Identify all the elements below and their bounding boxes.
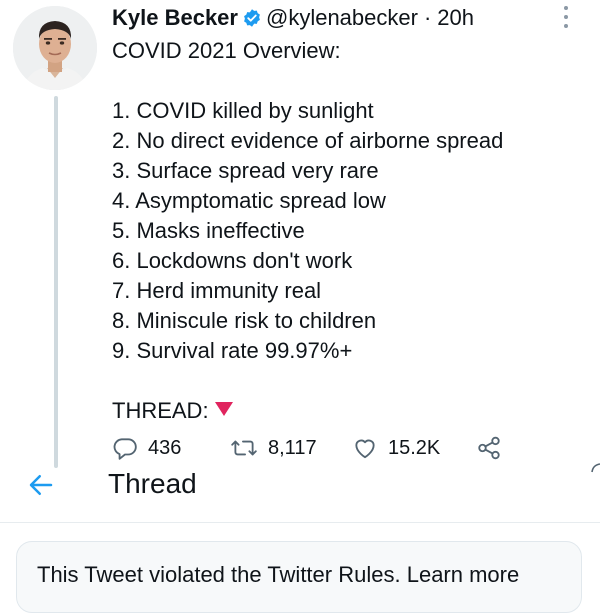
retweet-button[interactable]: 8,117 (230, 432, 317, 464)
reply-button[interactable]: 436 (112, 432, 181, 464)
verified-badge-icon (242, 8, 262, 28)
tweet-line: 5. Masks ineffective (112, 218, 305, 243)
tweet-line: 1. COVID killed by sunlight (112, 98, 374, 123)
divider (0, 522, 600, 523)
share-button[interactable] (476, 432, 512, 464)
retweet-icon (231, 440, 257, 456)
avatar-image (13, 6, 97, 90)
back-arrow-icon[interactable] (26, 470, 56, 500)
like-button[interactable]: 15.2K (352, 432, 440, 464)
thread-header-bar: Thread (0, 462, 600, 506)
tweet-line: 7. Herd immunity real (112, 278, 322, 303)
thread-label: THREAD: (112, 398, 209, 423)
red-down-triangle-icon (214, 402, 233, 416)
share-icon (478, 436, 500, 460)
tweet-line (112, 66, 503, 96)
tweet-line: 2. No direct evidence of airborne spread (112, 128, 504, 153)
like-count: 15.2K (388, 436, 441, 459)
thread-connector-line (54, 96, 58, 468)
reply-count: 436 (148, 436, 182, 459)
tweet-line: 8. Miniscule risk to children (112, 308, 377, 333)
thread-label-line: THREAD: (112, 396, 503, 426)
author-name[interactable]: Kyle Becker (112, 5, 238, 31)
learn-more-link[interactable]: Learn more (407, 562, 520, 587)
header-separator: · (423, 5, 432, 30)
tweet-violation-notice: This Tweet violated the Twitter Rules. L… (16, 541, 582, 613)
tweet-line: 6. Lockdowns don't work (112, 248, 353, 273)
partial-icon (588, 462, 600, 476)
page-title: Thread (108, 468, 197, 499)
heart-icon (355, 439, 375, 459)
reply-icon (113, 438, 137, 460)
violation-text: This Tweet violated the Twitter Rules. (37, 562, 401, 587)
tweet-line: 4. Asymptomatic spread low (112, 188, 386, 213)
tweet-text: COVID 2021 Overview: 1. COVID killed by … (112, 36, 503, 426)
tweet-line: 3. Surface spread very rare (112, 158, 379, 183)
tweet-header: Kyle Becker @kylenabecker · 20h (112, 5, 474, 31)
retweet-count: 8,117 (268, 436, 317, 459)
author-handle[interactable]: @kylenabecker (266, 5, 418, 31)
tweet-line (112, 366, 503, 396)
tweet-timestamp[interactable]: 20h (437, 5, 474, 31)
tweet-actions: 436 8,117 15.2K (112, 432, 512, 464)
tweet-line: COVID 2021 Overview: (112, 38, 341, 63)
more-options-icon[interactable] (562, 6, 570, 28)
author-avatar[interactable] (13, 6, 97, 90)
tweet-line: 9. Survival rate 99.97%+ (112, 338, 353, 363)
